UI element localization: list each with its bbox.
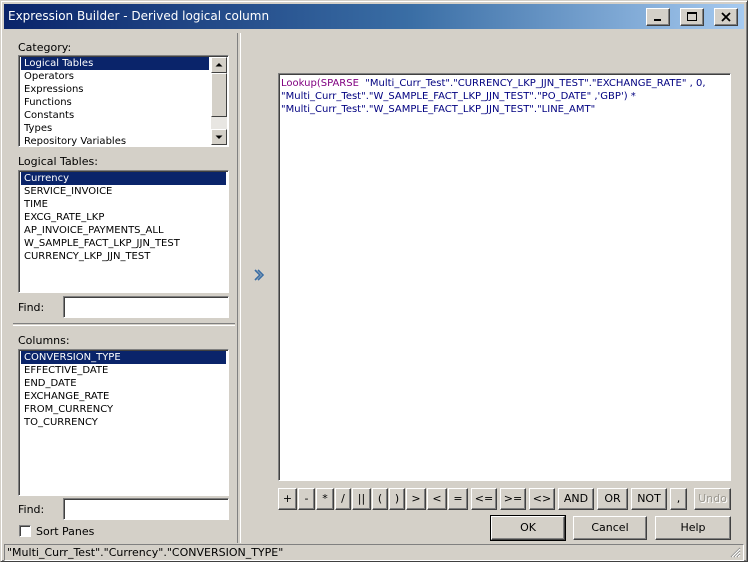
toggle-panes-button[interactable] <box>253 267 265 283</box>
category-item[interactable]: Constants <box>21 109 209 122</box>
find-label: Find: <box>18 503 45 516</box>
background-app-edge <box>748 0 754 571</box>
category-item[interactable]: Types <box>21 122 209 135</box>
help-button[interactable]: Help <box>655 516 731 540</box>
expression-text: "Multi_Curr_Test"."CURRENCY_LKP_JJN_TEST… <box>358 78 706 89</box>
minimize-icon <box>654 19 661 21</box>
less-than-button[interactable]: < <box>427 488 447 510</box>
not-button[interactable]: NOT <box>631 488 667 510</box>
category-scrollbar[interactable] <box>211 57 227 145</box>
scroll-up-button[interactable] <box>211 57 227 73</box>
expression-builder-dialog: Expression Builder - Derived logical col… <box>0 0 748 562</box>
greater-than-button[interactable]: > <box>406 488 426 510</box>
divide-button[interactable]: / <box>335 488 351 510</box>
category-list[interactable]: Logical Tables Operators Expressions Functi… <box>18 55 229 147</box>
sort-panes-label: Sort Panes <box>36 525 95 538</box>
right-paren-button[interactable]: ) <box>389 488 405 510</box>
sparse-keyword: SPARSE <box>320 78 359 89</box>
minimize-button[interactable] <box>646 8 670 26</box>
logical-table-item[interactable]: Currency <box>21 172 226 185</box>
maximize-button[interactable] <box>680 8 704 26</box>
maximize-icon <box>687 12 697 21</box>
arrow-down-icon <box>215 135 223 139</box>
expression-line-2: "Multi_Curr_Test"."W_SAMPLE_FACT_LKP_JJN… <box>281 91 636 102</box>
columns-list[interactable]: CONVERSION_TYPE EFFECTIVE_DATE END_DATE EXC… <box>18 349 229 496</box>
logical-table-item[interactable]: TIME <box>21 198 226 211</box>
ok-button[interactable]: OK <box>490 515 566 541</box>
status-text: "Multi_Curr_Test"."Currency"."CONVERSION… <box>7 546 284 559</box>
cancel-button[interactable]: Cancel <box>573 516 647 540</box>
multiply-button[interactable]: * <box>316 488 334 510</box>
concat-button[interactable]: || <box>352 488 371 510</box>
not-equal-button[interactable]: <> <box>529 488 555 510</box>
window-title: Expression Builder - Derived logical col… <box>8 9 270 23</box>
columns-label: Columns: <box>18 334 70 347</box>
category-item[interactable]: Expressions <box>21 83 209 96</box>
column-item[interactable]: CONVERSION_TYPE <box>21 351 226 364</box>
category-item[interactable]: Logical Tables <box>21 57 209 70</box>
arrow-up-icon <box>215 63 223 67</box>
close-icon <box>721 12 731 22</box>
expression-line-3: "Multi_Curr_Test"."W_SAMPLE_FACT_LKP_JJN… <box>281 104 596 115</box>
find-tables-input[interactable] <box>63 296 229 318</box>
background-app-bottom <box>0 562 754 571</box>
logical-tables-list[interactable]: Currency SERVICE_INVOICE TIME EXCG_RATE_LKP… <box>18 170 229 293</box>
category-label: Category: <box>18 41 72 54</box>
left-paren-button[interactable]: ( <box>372 488 388 510</box>
resize-grip-icon[interactable] <box>729 546 741 558</box>
equals-button[interactable]: = <box>448 488 468 510</box>
logical-table-item[interactable]: SERVICE_INVOICE <box>21 185 226 198</box>
expression-line-1: Lookup(SPARSE "Multi_Curr_Test"."CURRENC… <box>281 77 728 90</box>
minus-button[interactable]: - <box>298 488 315 510</box>
or-button[interactable]: OR <box>597 488 628 510</box>
scroll-down-button[interactable] <box>211 129 227 145</box>
lookup-keyword: Lookup <box>281 78 317 89</box>
close-button[interactable] <box>714 8 738 26</box>
horizontal-splitter[interactable] <box>13 323 235 326</box>
find-columns-input[interactable] <box>63 498 229 520</box>
greater-equal-button[interactable]: >= <box>500 488 526 510</box>
logical-table-item[interactable]: EXCG_RATE_LKP <box>21 211 226 224</box>
and-button[interactable]: AND <box>558 488 594 510</box>
find-label: Find: <box>18 301 45 314</box>
title-bar[interactable]: Expression Builder - Derived logical col… <box>4 4 744 29</box>
status-bar: "Multi_Curr_Test"."Currency"."CONVERSION… <box>4 544 744 561</box>
scroll-thumb[interactable] <box>211 73 227 117</box>
vertical-splitter[interactable] <box>237 33 241 543</box>
sort-panes-checkbox[interactable] <box>19 525 31 537</box>
column-item[interactable]: END_DATE <box>21 377 226 390</box>
logical-table-item[interactable]: W_SAMPLE_FACT_LKP_JJN_TEST <box>21 237 226 250</box>
logical-table-item[interactable]: AP_INVOICE_PAYMENTS_ALL <box>21 224 226 237</box>
column-item[interactable]: TO_CURRENCY <box>21 416 226 429</box>
column-item[interactable]: EXCHANGE_RATE <box>21 390 226 403</box>
column-item[interactable]: EFFECTIVE_DATE <box>21 364 226 377</box>
double-chevron-right-icon <box>254 269 265 281</box>
category-item[interactable]: Functions <box>21 96 209 109</box>
logical-table-item[interactable]: CURRENCY_LKP_JJN_TEST <box>21 250 226 263</box>
less-equal-button[interactable]: <= <box>471 488 497 510</box>
category-item[interactable]: Operators <box>21 70 209 83</box>
column-item[interactable]: FROM_CURRENCY <box>21 403 226 416</box>
plus-button[interactable]: + <box>278 488 297 510</box>
category-item[interactable]: Repository Variables <box>21 135 209 146</box>
logical-tables-label: Logical Tables: <box>18 155 98 168</box>
undo-button[interactable]: Undo <box>694 488 731 510</box>
comma-button[interactable]: , <box>670 488 687 510</box>
expression-editor[interactable]: Lookup(SPARSE "Multi_Curr_Test"."CURRENC… <box>278 73 731 481</box>
